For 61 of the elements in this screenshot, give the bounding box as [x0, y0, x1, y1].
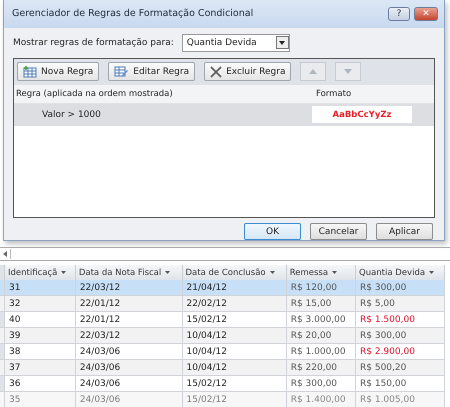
down-arrow-icon [344, 69, 352, 74]
dropdown-arrow-icon[interactable] [165, 271, 170, 274]
new-rule-button[interactable]: Nova Regra [17, 62, 100, 82]
table-cell: 37 [4, 360, 76, 376]
table-cell: 22/01/12 [75, 296, 182, 312]
column-header: Formato [316, 88, 352, 99]
table-cell: R$ 5,00 [356, 296, 444, 312]
dialog-button[interactable]: Cancelar [310, 223, 367, 240]
table-cell: 36 [4, 376, 76, 392]
table-cell: 15/02/12 [182, 376, 286, 392]
table-cell: R$ 300,00 [356, 328, 444, 344]
table-cell: R$ 15,00 [286, 296, 356, 312]
table-cell: R$ 220,00 [286, 360, 356, 376]
rule-text: Valor > 1000 [42, 110, 102, 120]
window-title: Gerenciador de Regras de Formatação Condicional [12, 8, 254, 20]
table-cell: R$ 1.400,00 [286, 392, 356, 407]
table-cell: R$ 120,00 [286, 280, 356, 296]
column-header[interactable]: Data de Conclusão [182, 265, 286, 280]
table-cell: 24/03/06 [75, 376, 182, 392]
dialog-button[interactable]: OK [244, 223, 301, 240]
format-preview: AaBbCcYyZz [312, 106, 412, 124]
table-cell: R$ 300,00 [286, 376, 356, 392]
field-label: Mostrar regras de formatação para: [13, 38, 174, 48]
rule-row[interactable]: Valor > 1000 AaBbCcYyZz [14, 104, 434, 126]
table-cell: R$ 20,00 [286, 328, 356, 344]
table-cell: 31 [4, 280, 76, 296]
column-header[interactable]: Remessa [286, 265, 356, 280]
x-icon [210, 66, 222, 78]
table-cell: 22/03/12 [75, 280, 182, 296]
dropdown-icon [276, 36, 289, 50]
help-button[interactable]: ? [388, 6, 410, 21]
table-cell: 21/04/12 [182, 280, 286, 296]
table-cell: 39 [4, 328, 76, 344]
table-cell: 32 [4, 296, 76, 312]
table-cell: R$ 300,00 [356, 280, 444, 296]
table-cell: 24/03/06 [75, 360, 182, 376]
table-cell: 10/04/12 [182, 360, 286, 376]
table-icon [23, 66, 37, 78]
table-cell: 22/03/12 [75, 328, 182, 344]
table-cell: 22/02/12 [182, 296, 286, 312]
edit-rule-button[interactable]: Editar Regra [108, 62, 196, 82]
table-cell: 10/04/12 [182, 328, 286, 344]
column-header[interactable]: Quantia Devida [356, 265, 444, 280]
delete-rule-button[interactable]: Excluir Regra [204, 62, 292, 82]
up-arrow-icon [309, 69, 318, 74]
dropdown-arrow-icon[interactable] [270, 271, 275, 274]
table-cell: 15/02/12 [182, 392, 286, 407]
table-cell: 35 [4, 392, 76, 407]
column-header: Regra (aplicada na ordem mostrada) [16, 88, 174, 99]
dropdown-arrow-icon[interactable] [332, 271, 338, 274]
table-cell: R$ 500,20 [356, 360, 444, 376]
dropdown-arrow-icon[interactable] [61, 271, 66, 274]
table-cell: R$ 1.005,00 [356, 392, 444, 407]
table-cell: R$ 150,00 [356, 376, 444, 392]
dropdown[interactable]: Quantia Devida [182, 34, 290, 52]
table-cell: 24/03/06 [75, 392, 182, 407]
pencil-table-icon [114, 66, 130, 78]
dialog-button[interactable]: Aplicar [376, 223, 433, 240]
dropdown-arrow-icon[interactable] [429, 271, 434, 274]
column-header[interactable]: Data da Nota Fiscal [75, 265, 182, 280]
column-header[interactable]: Identificaçã [4, 265, 76, 280]
